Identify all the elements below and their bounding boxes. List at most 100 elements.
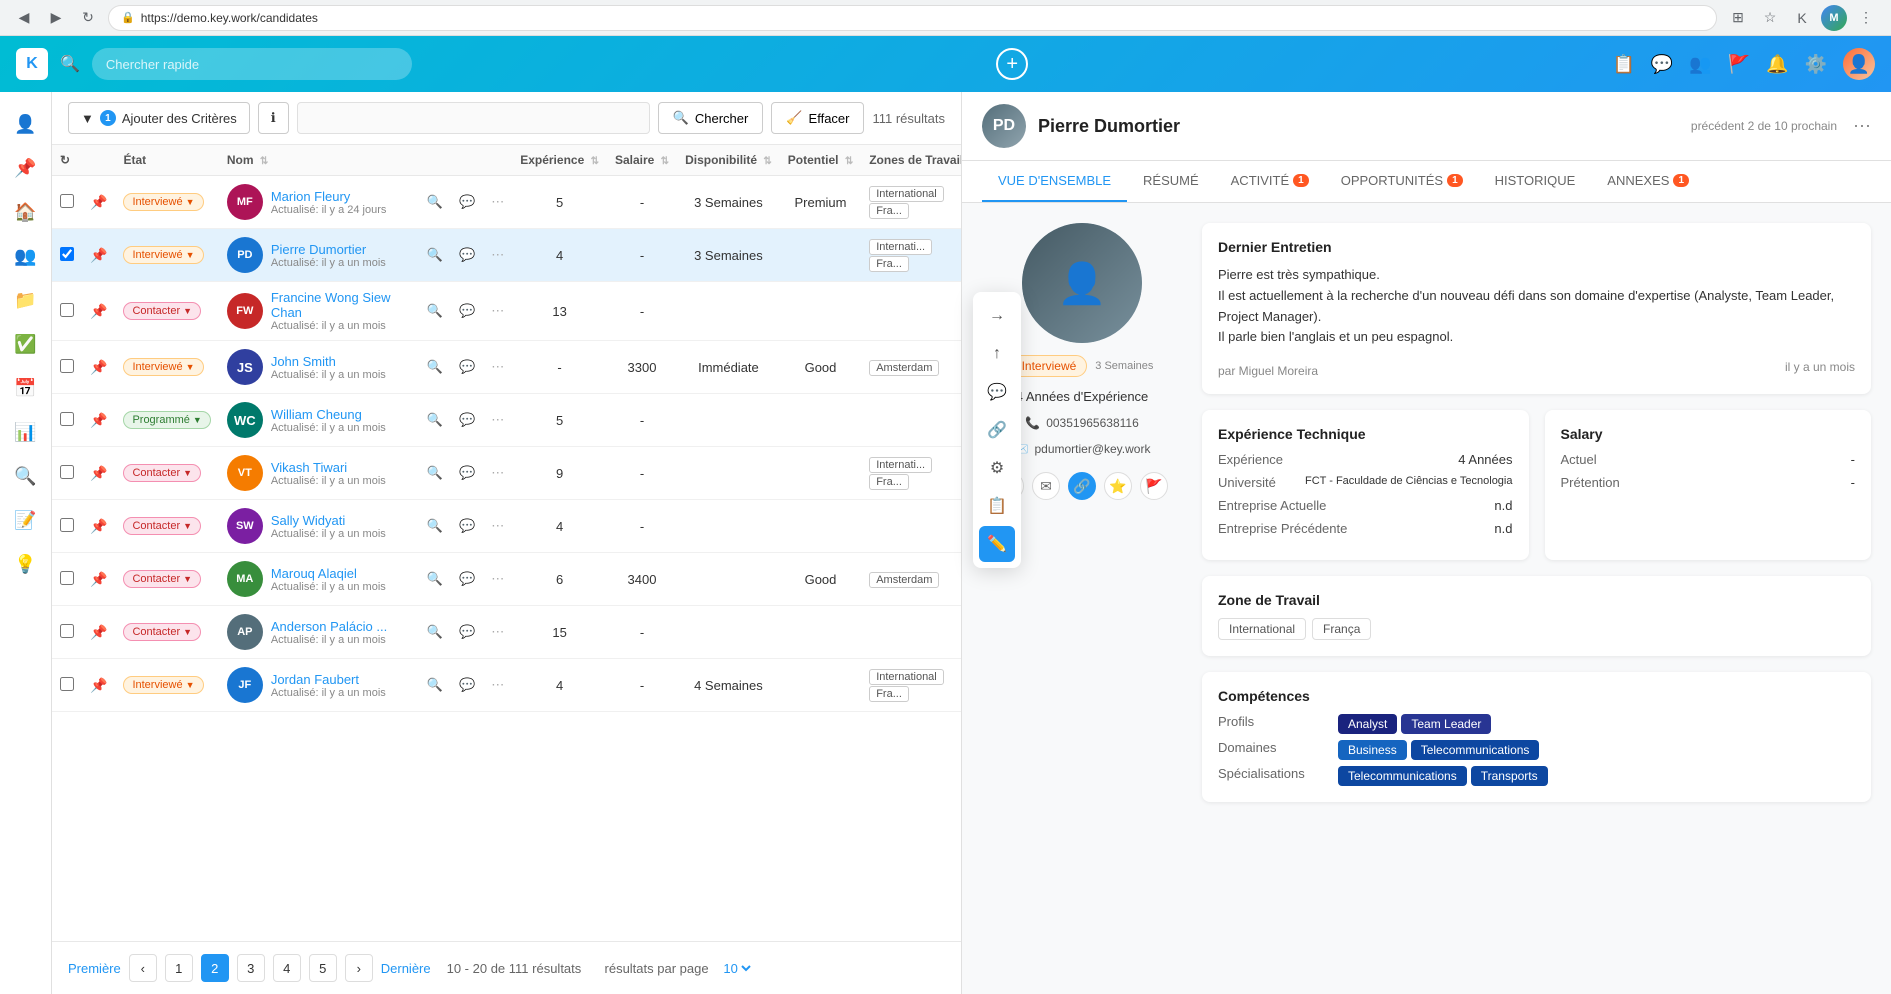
prev-page-button[interactable]: ‹ <box>129 954 157 982</box>
more-icon[interactable]: ⋯ <box>491 247 504 262</box>
pin-icon[interactable]: 📌 <box>90 465 107 481</box>
sidebar-item-ideas[interactable]: 💡 <box>6 544 46 584</box>
user-avatar-browser[interactable]: M <box>1821 5 1847 31</box>
tab-vue-ensemble[interactable]: VUE D'ENSEMBLE <box>982 161 1127 202</box>
user-avatar-nav[interactable]: 👤 <box>1843 48 1875 80</box>
sidebar-item-profile[interactable]: 👤 <box>6 104 46 144</box>
row-checkbox[interactable] <box>60 194 74 208</box>
sidebar-item-calendar[interactable]: 📅 <box>6 368 46 408</box>
float-btn-edit[interactable]: ✏️ <box>979 526 1015 562</box>
sidebar-item-reports[interactable]: 📊 <box>6 412 46 452</box>
table-row[interactable]: 📌 Interviewé ▼ MF Marion Fleury Actualis… <box>52 176 961 229</box>
table-row[interactable]: 📌 Interviewé ▼ JF Jordan Faubert Actuali… <box>52 659 961 712</box>
candidate-name[interactable]: Francine Wong Siew Chan <box>271 290 411 320</box>
more-icon[interactable]: ⋯ <box>491 518 504 533</box>
next-page-button[interactable]: › <box>345 954 373 982</box>
table-row[interactable]: 📌 Contacter ▼ MA Marouq Alaqiel Actualis… <box>52 553 961 606</box>
first-page-link[interactable]: Première <box>68 961 121 976</box>
row-checkbox[interactable] <box>60 247 74 261</box>
search-icon[interactable]: 🔍 <box>60 54 80 74</box>
more-icon[interactable]: ⋯ <box>491 624 504 639</box>
nav-chat-icon[interactable]: 💬 <box>1651 54 1673 75</box>
tab-opportunites[interactable]: OPPORTUNITÉS 1 <box>1325 161 1479 202</box>
add-button[interactable]: + <box>996 48 1028 80</box>
magnify-icon[interactable]: 🔍 <box>427 624 443 639</box>
forward-button[interactable]: ▶ <box>44 6 68 30</box>
per-page-select[interactable]: 10 25 50 <box>719 960 754 977</box>
nav-clipboard-icon[interactable]: 📋 <box>1612 54 1634 75</box>
row-checkbox[interactable] <box>60 465 74 479</box>
tab-annexes[interactable]: ANNEXES 1 <box>1591 161 1705 202</box>
candidate-name[interactable]: Marion Fleury <box>271 189 387 204</box>
nav-settings-icon[interactable]: ⚙️ <box>1805 54 1827 75</box>
sidebar-item-candidates[interactable]: 👥 <box>6 236 46 276</box>
row-checkbox[interactable] <box>60 677 74 691</box>
row-checkbox[interactable] <box>60 571 74 585</box>
nav-users-icon[interactable]: 👥 <box>1689 54 1711 75</box>
pin-icon[interactable]: 📌 <box>90 571 107 587</box>
comment-icon[interactable]: 💬 <box>459 571 475 586</box>
page-btn-3[interactable]: 3 <box>237 954 265 982</box>
info-button[interactable]: ℹ <box>258 102 289 134</box>
candidate-name[interactable]: John Smith <box>271 354 386 369</box>
more-icon[interactable]: ⋯ <box>491 412 504 427</box>
pin-icon[interactable]: 📌 <box>90 518 107 534</box>
pin-icon[interactable]: 📌 <box>90 303 107 319</box>
row-checkbox[interactable] <box>60 412 74 426</box>
more-icon[interactable]: ⋯ <box>491 359 504 374</box>
tab-resume[interactable]: RÉSUMÉ <box>1127 161 1215 202</box>
candidate-name[interactable]: William Cheung <box>271 407 386 422</box>
search-input[interactable] <box>92 48 412 80</box>
more-icon[interactable]: ⋯ <box>491 303 504 318</box>
page-btn-5[interactable]: 5 <box>309 954 337 982</box>
sidebar-item-folders[interactable]: 📁 <box>6 280 46 320</box>
pin-icon[interactable]: 📌 <box>90 412 107 428</box>
more-icon[interactable]: ⋯ <box>491 571 504 586</box>
candidate-name[interactable]: Pierre Dumortier <box>271 242 386 257</box>
magnify-icon[interactable]: 🔍 <box>427 303 443 318</box>
table-row[interactable]: 📌 Interviewé ▼ JS John Smith Actualisé: … <box>52 341 961 394</box>
nav-notification-icon[interactable]: 🔔 <box>1766 54 1788 75</box>
float-btn-up[interactable]: ↑ <box>979 336 1015 372</box>
add-criteria-button[interactable]: ▼ 1 Ajouter des Critères <box>68 102 250 134</box>
extensions-button[interactable]: ⊞ <box>1725 5 1751 31</box>
pin-icon[interactable]: 📌 <box>90 359 107 375</box>
table-row[interactable]: 📌 Contacter ▼ SW Sally Widyati Actualisé… <box>52 500 961 553</box>
sidebar-item-tasks[interactable]: ✅ <box>6 324 46 364</box>
float-btn-clipboard[interactable]: 📋 <box>979 488 1015 524</box>
candidate-name[interactable]: Vikash Tiwari <box>271 460 386 475</box>
sidebar-item-pinned[interactable]: 📌 <box>6 148 46 188</box>
table-row[interactable]: 📌 Contacter ▼ AP Anderson Palácio ... Ac… <box>52 606 961 659</box>
magnify-icon[interactable]: 🔍 <box>427 571 443 586</box>
more-icon[interactable]: ⋯ <box>491 194 504 209</box>
table-row[interactable]: 📌 Contacter ▼ FW Francine Wong Siew Chan… <box>52 282 961 341</box>
float-btn-settings[interactable]: ⚙ <box>979 450 1015 486</box>
magnify-icon[interactable]: 🔍 <box>427 359 443 374</box>
comment-icon[interactable]: 💬 <box>459 194 475 209</box>
nav-flag-icon[interactable]: 🚩 <box>1728 54 1750 75</box>
profile-icon-btn-4[interactable]: ⭐ <box>1104 472 1132 500</box>
page-btn-4[interactable]: 4 <box>273 954 301 982</box>
pin-icon[interactable]: 📌 <box>90 624 107 640</box>
magnify-icon[interactable]: 🔍 <box>427 677 443 692</box>
row-checkbox[interactable] <box>60 303 74 317</box>
search-button[interactable]: 🔍 Chercher <box>658 102 764 134</box>
profile-button[interactable]: K <box>1789 5 1815 31</box>
comment-icon[interactable]: 💬 <box>459 677 475 692</box>
sidebar-item-home[interactable]: 🏠 <box>6 192 46 232</box>
comment-icon[interactable]: 💬 <box>459 247 475 262</box>
profile-icon-btn-5[interactable]: 🚩 <box>1140 472 1168 500</box>
comment-icon[interactable]: 💬 <box>459 303 475 318</box>
table-row[interactable]: 📌 Programmé ▼ WC William Cheung Actualis… <box>52 394 961 447</box>
clear-button[interactable]: 🧹 Effacer <box>771 102 864 134</box>
comment-icon[interactable]: 💬 <box>459 518 475 533</box>
float-btn-arrow[interactable]: → <box>979 298 1015 334</box>
candidate-name[interactable]: Jordan Faubert <box>271 672 386 687</box>
magnify-icon[interactable]: 🔍 <box>427 465 443 480</box>
candidate-name[interactable]: Marouq Alaqiel <box>271 566 386 581</box>
row-checkbox[interactable] <box>60 359 74 373</box>
candidate-name[interactable]: Anderson Palácio ... <box>271 619 387 634</box>
magnify-icon[interactable]: 🔍 <box>427 518 443 533</box>
float-btn-link[interactable]: 🔗 <box>979 412 1015 448</box>
more-icon[interactable]: ⋯ <box>491 465 504 480</box>
